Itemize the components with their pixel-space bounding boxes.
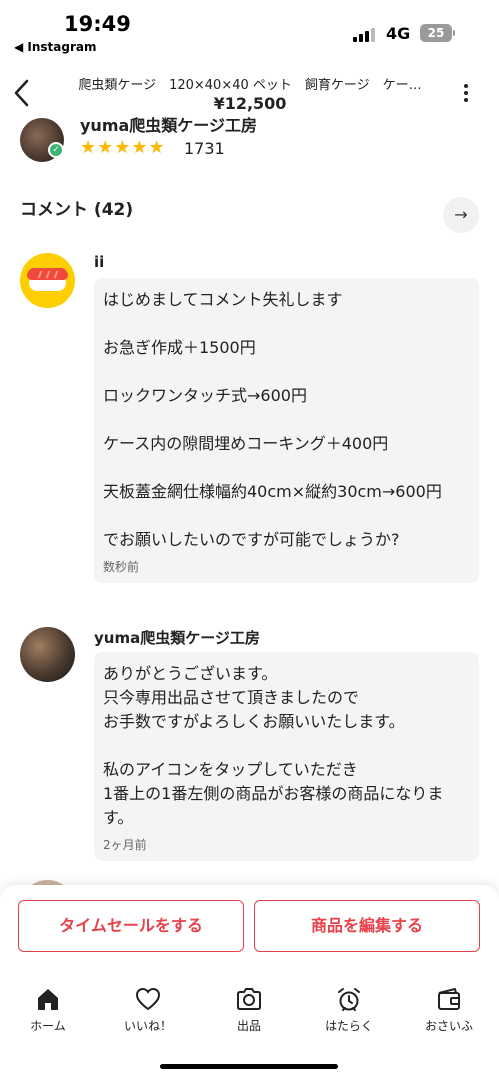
tab-label: はたらく (325, 1019, 373, 1033)
comment-text: はじめましてコメント失礼します お急ぎ作成＋1500円 ロックワンタッチ式→60… (103, 290, 442, 549)
alarm-clock-icon (338, 988, 360, 1011)
tab-sell[interactable]: 出品 (204, 985, 294, 1034)
tab-bar: ホーム いいね！ 出品 はたらく おさいふ (0, 985, 499, 1045)
comment-text: ありがとうございます。 只今専用出品させて頂きましたので お手数ですがよろしくお… (103, 664, 444, 827)
review-count: 1731 (184, 139, 225, 158)
battery-cap (453, 30, 455, 36)
commenter-avatar[interactable] (20, 253, 75, 308)
bottom-action-bar: タイムセールをする 商品を編集する ホーム いいね！ 出品 はたらく おさいふ (0, 885, 499, 1080)
network-type: 4G (386, 24, 411, 43)
back-chevron-icon[interactable] (10, 78, 36, 108)
rating-stars-icon: ★★★★★ (80, 137, 166, 158)
commenter-name[interactable]: ii (94, 253, 104, 271)
time-sale-button[interactable]: タイムセールをする (18, 900, 244, 952)
comment-time: 2ヶ月前 (103, 838, 147, 852)
back-to-instagram-link[interactable]: ◀ Instagram (14, 40, 97, 54)
seller-info[interactable]: ✓ yuma爬虫類ケージ工房 ★★★★★ 1731 (0, 110, 499, 165)
signal-icon (353, 26, 377, 42)
home-indicator[interactable] (160, 1064, 338, 1069)
comment-time: 数秒前 (103, 560, 140, 574)
seller-name: yuma爬虫類ケージ工房 (80, 116, 257, 135)
tab-home[interactable]: ホーム (3, 985, 93, 1034)
comments-title: コメント (42) (20, 200, 134, 220)
seller-comment-avatar[interactable] (20, 627, 75, 682)
battery-icon: 25 (420, 24, 452, 42)
status-bar: 19:49 ◀ Instagram 4G 25 (0, 0, 499, 60)
tab-label: ホーム (30, 1019, 66, 1033)
comment-bubble: はじめましてコメント失礼します お急ぎ作成＋1500円 ロックワンタッチ式→60… (94, 278, 479, 583)
tab-wallet[interactable]: おさいふ (404, 985, 494, 1034)
comment-bubble: ありがとうございます。 只今専用出品させて頂きましたので お手数ですがよろしくお… (94, 652, 479, 861)
heart-icon (135, 987, 161, 1011)
tab-label: おさいふ (424, 1019, 473, 1033)
verified-check-icon: ✓ (48, 142, 64, 158)
camera-icon (237, 988, 261, 1010)
edit-item-button[interactable]: 商品を編集する (254, 900, 480, 952)
tab-work[interactable]: はたらく (304, 985, 394, 1034)
view-all-comments-arrow-icon[interactable]: → (443, 197, 479, 233)
seller-comment-name[interactable]: yuma爬虫類ケージ工房 (94, 627, 260, 648)
item-title: 爬虫類ケージ 120×40×40 ペット 飼育ケージ ケー… (78, 78, 422, 93)
status-time: 19:49 (64, 12, 131, 36)
wallet-icon (438, 988, 460, 1010)
tab-likes[interactable]: いいね！ (103, 985, 193, 1034)
more-options-icon[interactable] (456, 84, 476, 106)
tab-label: いいね！ (123, 1019, 172, 1033)
tab-label: 出品 (236, 1019, 261, 1033)
home-icon (38, 989, 58, 1010)
